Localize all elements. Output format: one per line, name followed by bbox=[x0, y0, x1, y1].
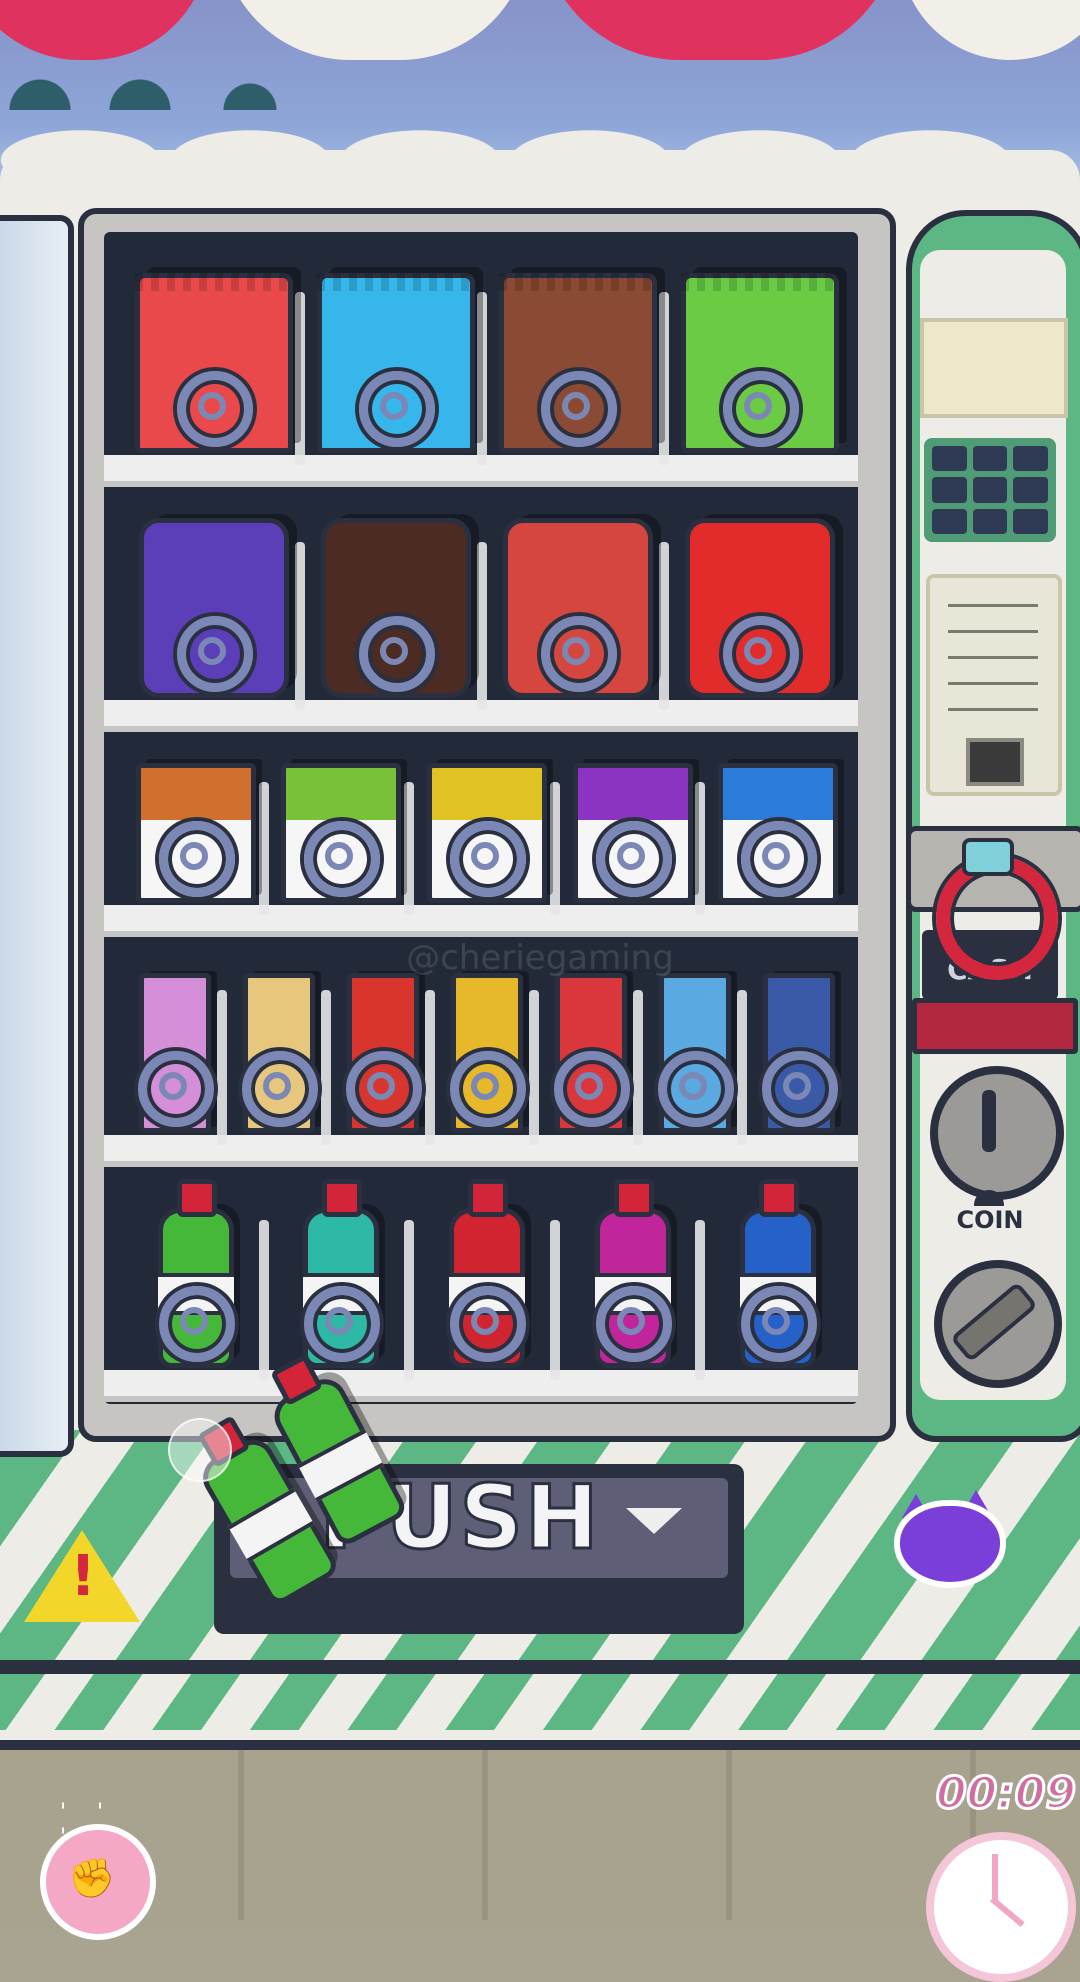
spiral-coil bbox=[658, 1051, 734, 1127]
bottle-cap bbox=[759, 1179, 800, 1217]
spiral-coil bbox=[242, 1051, 318, 1127]
slot-divider bbox=[295, 292, 305, 465]
bottle-cap bbox=[613, 1179, 654, 1217]
slot-divider bbox=[633, 990, 643, 1145]
slot-divider bbox=[549, 782, 560, 915]
slot-divider bbox=[404, 1220, 415, 1380]
slot-divider bbox=[258, 782, 269, 915]
keypad-key[interactable] bbox=[1013, 446, 1048, 472]
spiral-coil bbox=[541, 616, 617, 692]
spiral-coil bbox=[177, 616, 253, 692]
spiral-coil bbox=[741, 821, 818, 897]
spiral-coil bbox=[359, 371, 435, 447]
slot-divider bbox=[258, 1220, 269, 1380]
keypad bbox=[924, 438, 1056, 542]
bottle-cap bbox=[468, 1179, 508, 1217]
receipt-line bbox=[948, 708, 1038, 711]
slot-divider bbox=[529, 990, 539, 1145]
spiral-coil bbox=[762, 1051, 838, 1127]
spiral-coil bbox=[723, 616, 799, 692]
keypad-key[interactable] bbox=[932, 446, 967, 472]
slot-divider bbox=[659, 292, 669, 465]
slot-divider bbox=[425, 990, 435, 1145]
spiral-coil bbox=[346, 1051, 422, 1127]
spiral-coil bbox=[595, 1286, 672, 1362]
receipt-line bbox=[948, 630, 1038, 633]
spiral-coil bbox=[304, 821, 381, 897]
ring-gem bbox=[962, 838, 1014, 876]
spiral-coil bbox=[177, 371, 253, 447]
slot-divider bbox=[659, 542, 669, 710]
keypad-key[interactable] bbox=[1013, 508, 1048, 534]
push-arrow-icon bbox=[626, 1508, 682, 1534]
slot-divider bbox=[695, 782, 706, 915]
coin-label: COIN bbox=[956, 1206, 1024, 1234]
spiral-coil bbox=[741, 1286, 818, 1362]
slot-divider bbox=[549, 1220, 560, 1380]
watermark: @cheriegaming bbox=[406, 938, 674, 978]
slot-divider bbox=[404, 782, 415, 915]
slot-divider bbox=[477, 292, 487, 465]
receipt-line bbox=[948, 604, 1038, 607]
spiral-coil bbox=[450, 1286, 526, 1362]
keypad-key[interactable] bbox=[972, 446, 1008, 472]
spiral-coil bbox=[541, 371, 617, 447]
tap-rays: ' ' ' bbox=[60, 1800, 116, 1850]
spiral-coil bbox=[723, 371, 799, 447]
keypad-key[interactable] bbox=[932, 477, 967, 503]
machine-door[interactable] bbox=[0, 215, 74, 1457]
slot-divider bbox=[217, 990, 227, 1145]
price-display bbox=[920, 318, 1068, 418]
tap-hand-glyph: ✊ bbox=[68, 1856, 116, 1900]
receipt-slot[interactable] bbox=[966, 738, 1024, 786]
spiral-coil bbox=[554, 1051, 630, 1127]
spiral-coil bbox=[450, 821, 526, 897]
bottle-cap bbox=[176, 1179, 217, 1217]
keypad-key[interactable] bbox=[972, 477, 1008, 503]
machine-base-line bbox=[0, 1660, 1080, 1674]
slot-divider bbox=[737, 990, 747, 1145]
spiral-coil bbox=[359, 616, 435, 692]
bottle-cap bbox=[322, 1179, 363, 1217]
spiral-coil bbox=[158, 1286, 235, 1362]
spiral-coil bbox=[304, 1286, 381, 1362]
spiral-coil bbox=[158, 821, 235, 897]
touch-indicator bbox=[168, 1418, 232, 1482]
shelf bbox=[104, 1370, 858, 1402]
keypad-key[interactable] bbox=[1013, 477, 1048, 503]
timer-readout: 00:09 bbox=[934, 1767, 1077, 1821]
receipt-line bbox=[948, 682, 1038, 685]
warning-exclamation: ! bbox=[70, 1544, 96, 1609]
receipt-panel bbox=[926, 574, 1062, 796]
slot-divider bbox=[321, 990, 331, 1145]
receipt-line bbox=[948, 656, 1038, 659]
spiral-coil bbox=[138, 1051, 214, 1127]
shelf bbox=[104, 905, 858, 937]
coin-slot-opening bbox=[982, 1090, 996, 1152]
cat-head-icon[interactable] bbox=[894, 1500, 1006, 1588]
keypad-key[interactable] bbox=[932, 508, 967, 534]
slot-divider bbox=[695, 1220, 706, 1380]
spiral-coil bbox=[450, 1051, 526, 1127]
slot-divider bbox=[477, 542, 487, 710]
coin-slot[interactable] bbox=[930, 1066, 1064, 1200]
cash-tray bbox=[912, 998, 1078, 1054]
trees-background bbox=[0, 50, 1080, 110]
slot-divider bbox=[295, 542, 305, 710]
clock-hand bbox=[992, 1854, 998, 1902]
keypad-key[interactable] bbox=[972, 508, 1008, 534]
spiral-coil bbox=[595, 821, 672, 897]
